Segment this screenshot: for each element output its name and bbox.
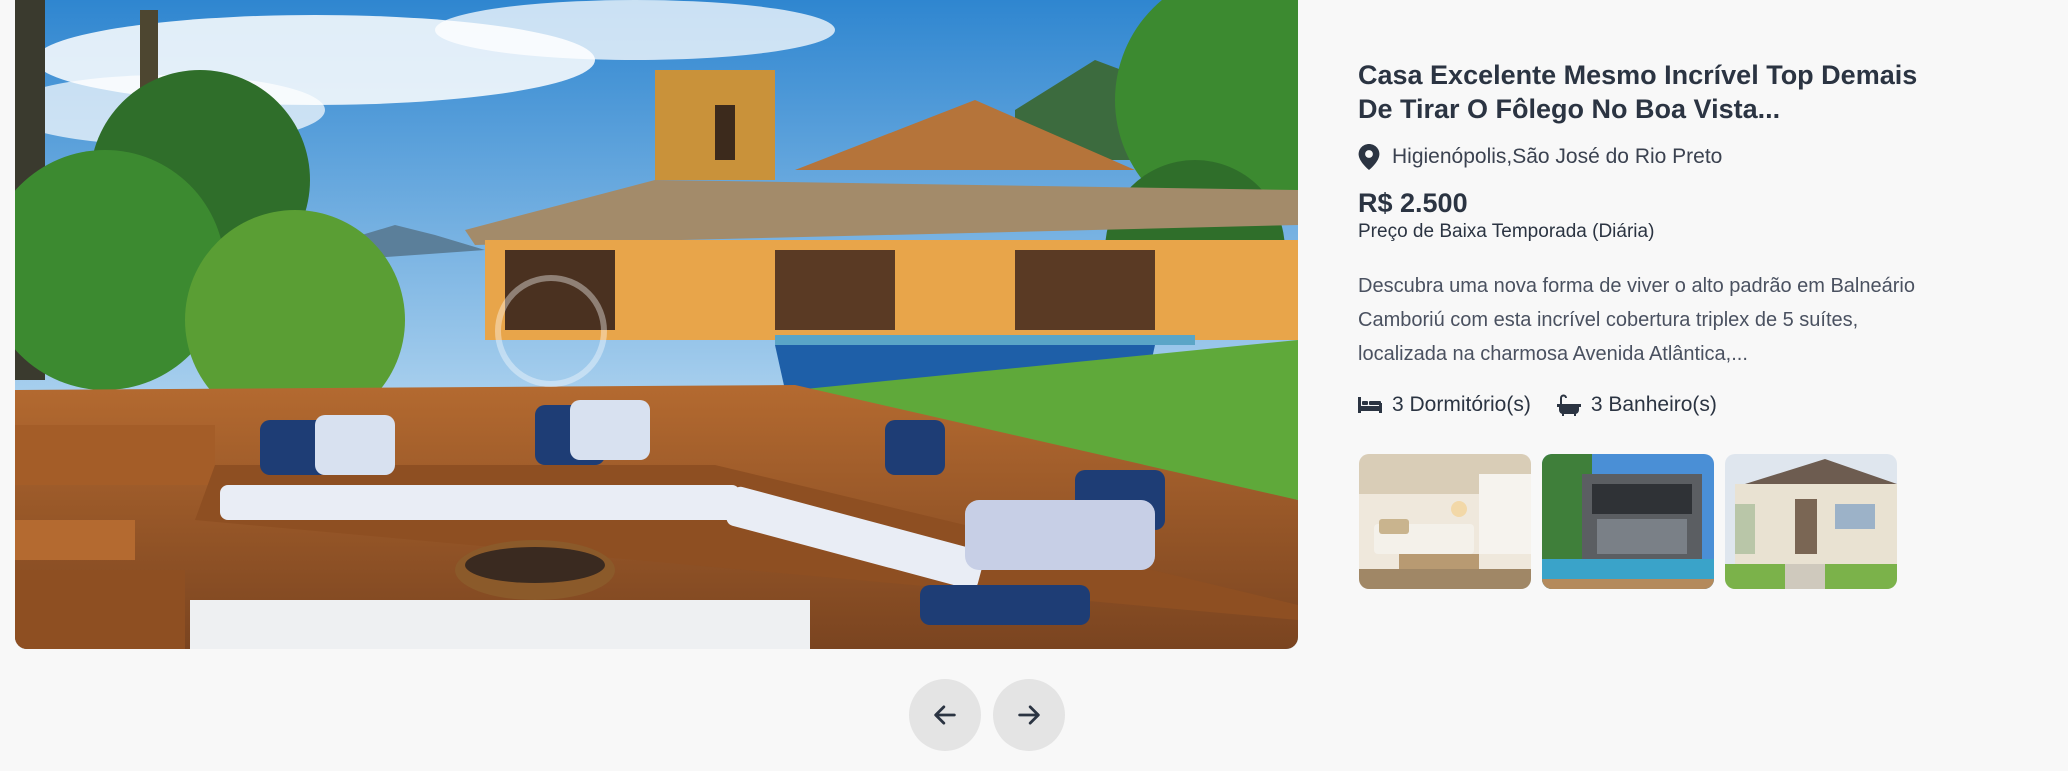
next-button[interactable] — [993, 679, 1065, 751]
location-text: Higienópolis,São José do Rio Preto — [1392, 145, 1723, 168]
bathrooms-feature: 3 Banheiro(s) — [1556, 393, 1717, 417]
living-room-photo — [1359, 454, 1531, 589]
modern-house-photo — [1542, 454, 1714, 589]
thumbnail-gallery — [1359, 454, 1897, 589]
property-photo — [15, 0, 1298, 649]
listing-features: 3 Dormitório(s) 3 Banheiro(s) — [1358, 393, 1918, 417]
listing-title[interactable]: Casa Excelente Mesmo Incrível Top Demais… — [1358, 58, 1918, 126]
arrow-right-icon — [1018, 705, 1040, 725]
bathrooms-text: 3 Banheiro(s) — [1590, 393, 1717, 416]
listing-location: Higienópolis,São José do Rio Preto — [1358, 144, 1918, 170]
main-property-image[interactable] — [15, 0, 1298, 649]
thumbnail-3[interactable] — [1725, 454, 1897, 589]
previous-button[interactable] — [909, 679, 981, 751]
bed-icon — [1358, 397, 1382, 413]
bedrooms-text: 3 Dormitório(s) — [1392, 393, 1531, 416]
carousel-navigation — [909, 679, 1065, 751]
bedrooms-feature: 3 Dormitório(s) — [1358, 393, 1531, 417]
thumbnail-1[interactable] — [1359, 454, 1531, 589]
listing-details: Casa Excelente Mesmo Incrível Top Demais… — [1358, 58, 1918, 417]
listing-description: Descubra uma nova forma de viver o alto … — [1358, 275, 1915, 365]
arrow-left-icon — [934, 705, 956, 725]
bathtub-icon — [1556, 394, 1581, 416]
listing-price: R$ 2.500 — [1358, 188, 1468, 218]
small-house-photo — [1725, 454, 1897, 589]
price-label: Preço de Baixa Temporada (Diária) — [1358, 221, 1655, 242]
map-pin-icon — [1358, 144, 1380, 170]
thumbnail-2[interactable] — [1542, 454, 1714, 589]
